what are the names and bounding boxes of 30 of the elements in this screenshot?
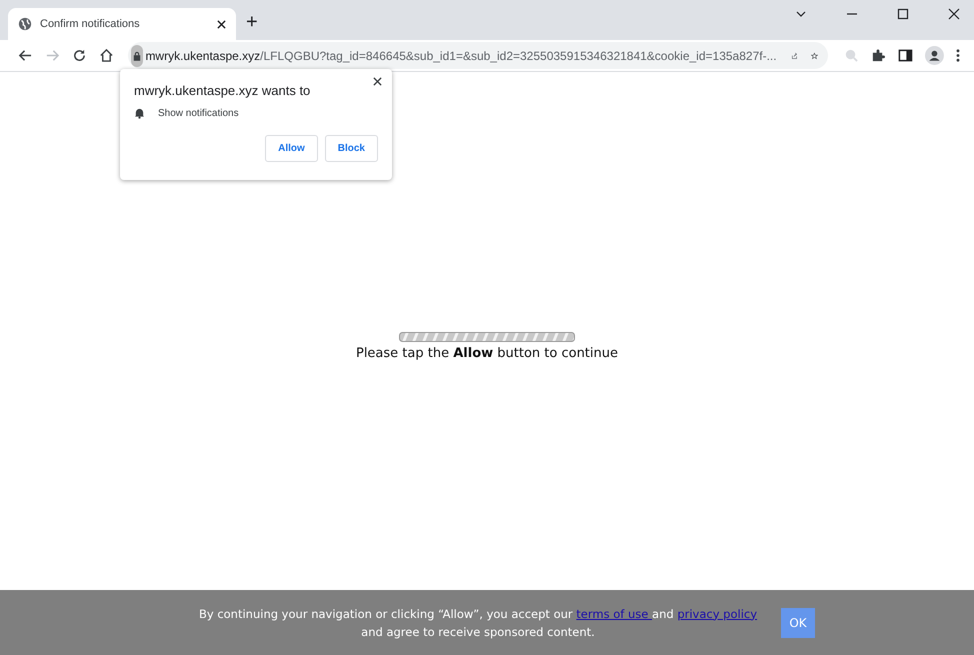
menu-icon[interactable] (956, 48, 960, 63)
consent-text: By continuing your navigation or clicking “Allow”, you accept our terms of use and privacy policy and agree to receive sponsored content. (198, 606, 758, 640)
terms-link[interactable]: terms of use (576, 606, 652, 620)
close-icon[interactable] (373, 77, 382, 86)
lock-icon (133, 50, 142, 60)
address-bar[interactable]: mwryk.ukentaspe.xyz/LFLQGBU?tag_id=846645&sub_id1=&sub_id2=3255035915346321841&cookie_id=135a827f-... (128, 42, 828, 69)
profile-icon[interactable] (925, 46, 944, 65)
instruction-text: Please tap the Allow button to continue (356, 346, 618, 361)
reload-icon[interactable] (72, 48, 87, 63)
back-icon[interactable] (18, 48, 33, 63)
lock-button[interactable] (130, 44, 144, 66)
puzzle-icon[interactable] (871, 48, 886, 63)
tab-title: Confirm notifications (40, 18, 141, 30)
ok-button[interactable]: OK (781, 608, 816, 638)
popup-button[interactable]: Block (324, 135, 378, 162)
new-tab-button[interactable]: + (246, 10, 258, 34)
popup-button[interactable]: Allow (265, 135, 318, 162)
close-icon[interactable] (948, 8, 960, 20)
popup-title: mwryk.ukentaspe.xyz wants to (134, 83, 312, 98)
home-icon[interactable] (98, 48, 114, 63)
permission-label: Show notifications (158, 108, 239, 118)
side-panel-icon[interactable] (898, 48, 914, 63)
bell-icon (134, 107, 145, 119)
url-path: /LFLQGBU?tag_id=846645&sub_id1=&sub_id2=3255035915346321841&cookie_id=135a827f-... (260, 48, 777, 62)
url-host: mwryk.ukentaspe.xyz (145, 48, 260, 62)
maximize-icon[interactable] (897, 8, 909, 20)
globe-icon (18, 17, 32, 31)
privacy-link[interactable]: privacy policy (677, 606, 758, 620)
close-icon[interactable] (217, 20, 226, 28)
browser-tab[interactable]: Confirm notifications (8, 8, 236, 40)
